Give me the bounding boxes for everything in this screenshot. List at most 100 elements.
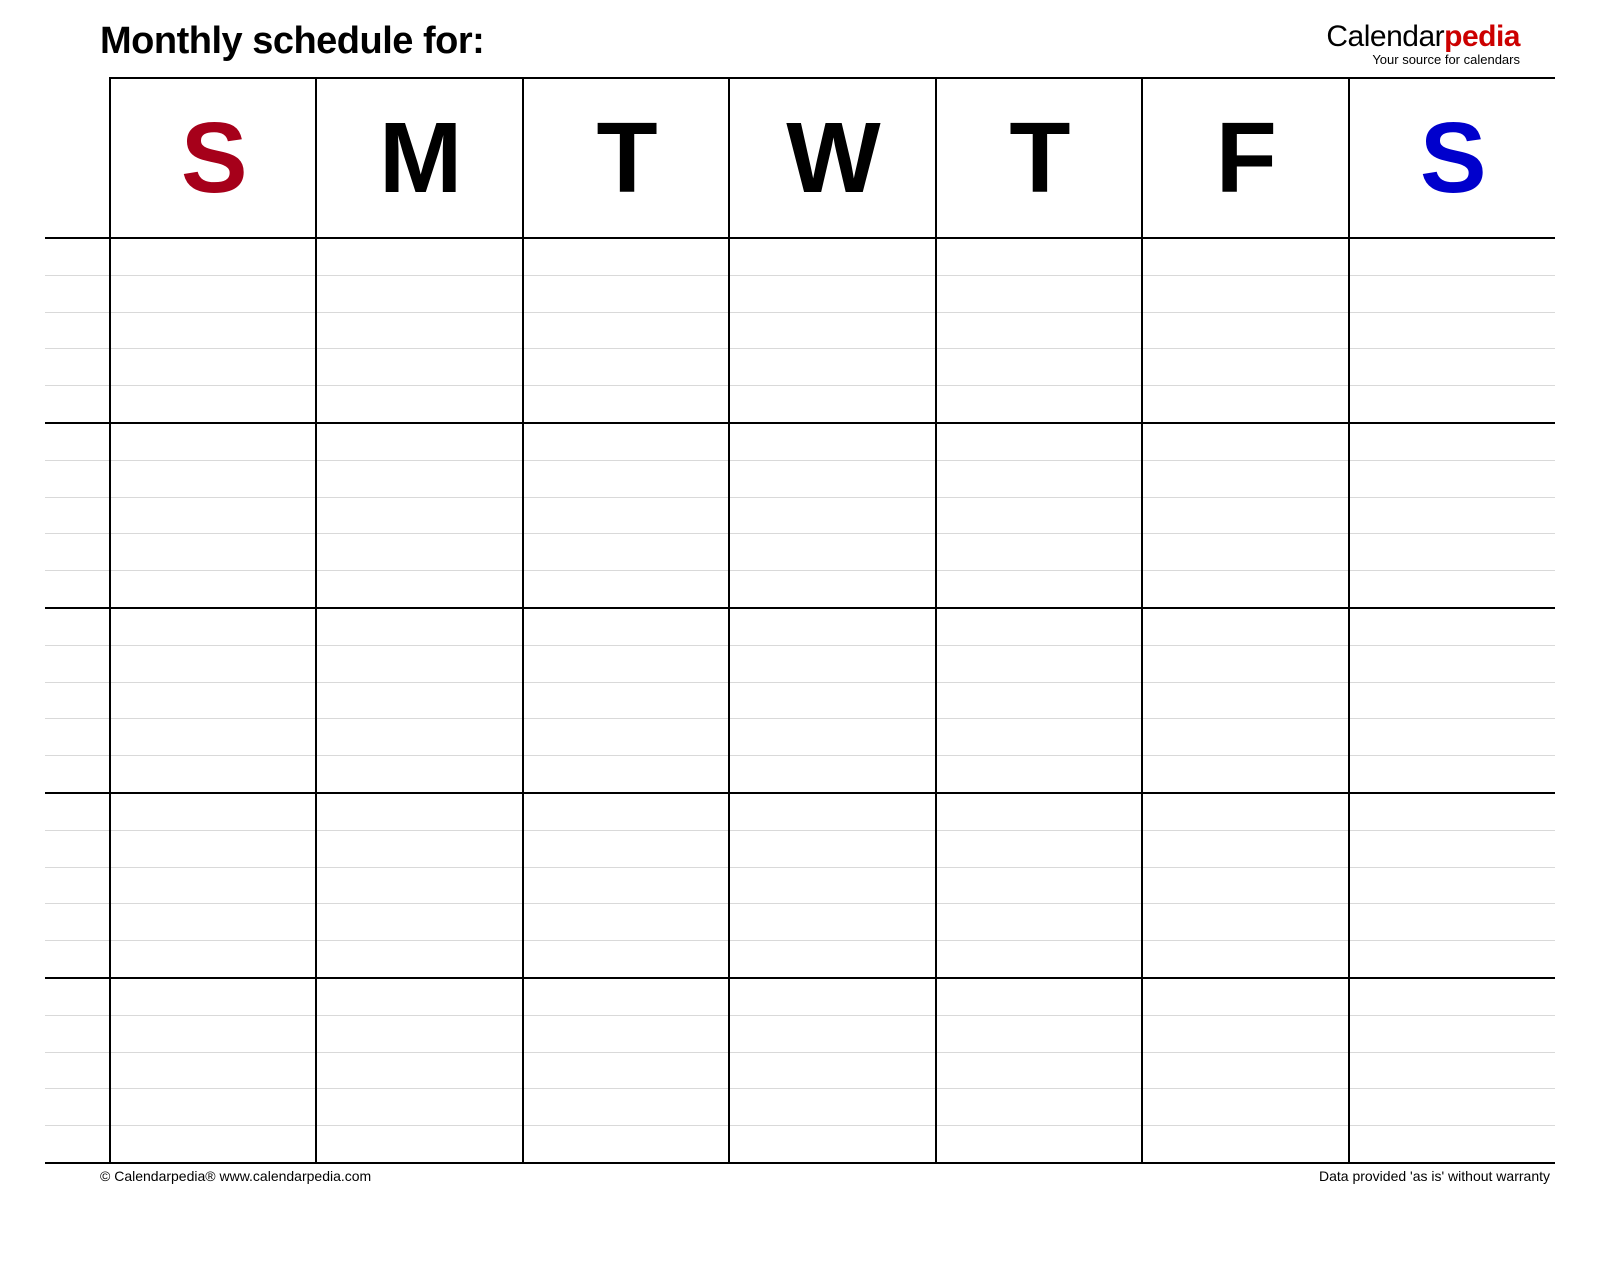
day-cell[interactable]: [936, 793, 1142, 978]
schedule-line[interactable]: [111, 609, 315, 646]
schedule-line[interactable]: [45, 349, 109, 386]
schedule-line[interactable]: [1350, 461, 1555, 498]
schedule-line[interactable]: [730, 683, 934, 720]
schedule-line[interactable]: [937, 1016, 1141, 1053]
day-cell[interactable]: [936, 423, 1142, 608]
schedule-line[interactable]: [1350, 498, 1555, 535]
schedule-line[interactable]: [524, 868, 728, 905]
schedule-line[interactable]: [317, 1089, 521, 1126]
schedule-line[interactable]: [111, 1126, 315, 1162]
schedule-line[interactable]: [1143, 498, 1347, 535]
schedule-line[interactable]: [317, 386, 521, 422]
day-cell[interactable]: [316, 978, 522, 1163]
schedule-line[interactable]: [111, 461, 315, 498]
schedule-line[interactable]: [317, 609, 521, 646]
schedule-line[interactable]: [730, 239, 934, 276]
schedule-line[interactable]: [730, 1016, 934, 1053]
schedule-line[interactable]: [937, 571, 1141, 607]
schedule-line[interactable]: [317, 683, 521, 720]
schedule-line[interactable]: [937, 756, 1141, 792]
day-cell[interactable]: [1349, 793, 1555, 978]
schedule-line[interactable]: [1350, 349, 1555, 386]
schedule-line[interactable]: [730, 1089, 934, 1126]
schedule-line[interactable]: [1350, 756, 1555, 792]
schedule-line[interactable]: [524, 646, 728, 683]
schedule-line[interactable]: [524, 349, 728, 386]
schedule-line[interactable]: [524, 609, 728, 646]
schedule-line[interactable]: [45, 498, 109, 535]
schedule-line[interactable]: [45, 646, 109, 683]
schedule-line[interactable]: [111, 1016, 315, 1053]
schedule-line[interactable]: [524, 386, 728, 422]
schedule-line[interactable]: [111, 941, 315, 977]
day-cell[interactable]: [1142, 793, 1348, 978]
day-cell[interactable]: [523, 423, 729, 608]
day-cell[interactable]: [110, 793, 316, 978]
day-cell[interactable]: [1349, 978, 1555, 1163]
schedule-line[interactable]: [1350, 979, 1555, 1016]
day-cell[interactable]: [1142, 978, 1348, 1163]
schedule-line[interactable]: [1143, 276, 1347, 313]
schedule-line[interactable]: [1350, 609, 1555, 646]
schedule-line[interactable]: [45, 756, 109, 792]
schedule-line[interactable]: [45, 386, 109, 422]
schedule-line[interactable]: [730, 719, 934, 756]
schedule-line[interactable]: [937, 941, 1141, 977]
schedule-line[interactable]: [1143, 719, 1347, 756]
schedule-line[interactable]: [1350, 313, 1555, 350]
day-cell[interactable]: [729, 238, 935, 423]
week-label-cell[interactable]: [45, 238, 110, 423]
day-cell[interactable]: [316, 608, 522, 793]
schedule-line[interactable]: [1143, 979, 1347, 1016]
schedule-line[interactable]: [1350, 646, 1555, 683]
schedule-line[interactable]: [937, 1126, 1141, 1162]
schedule-line[interactable]: [1143, 609, 1347, 646]
schedule-line[interactable]: [317, 941, 521, 977]
schedule-line[interactable]: [1350, 1126, 1555, 1162]
schedule-line[interactable]: [1350, 794, 1555, 831]
schedule-line[interactable]: [45, 276, 109, 313]
schedule-line[interactable]: [45, 571, 109, 607]
schedule-line[interactable]: [524, 571, 728, 607]
schedule-line[interactable]: [111, 349, 315, 386]
schedule-line[interactable]: [524, 719, 728, 756]
day-cell[interactable]: [729, 423, 935, 608]
schedule-line[interactable]: [937, 276, 1141, 313]
schedule-line[interactable]: [937, 979, 1141, 1016]
schedule-line[interactable]: [730, 386, 934, 422]
schedule-line[interactable]: [730, 498, 934, 535]
schedule-line[interactable]: [524, 1126, 728, 1162]
schedule-line[interactable]: [111, 646, 315, 683]
schedule-line[interactable]: [45, 1053, 109, 1090]
schedule-line[interactable]: [317, 239, 521, 276]
schedule-line[interactable]: [317, 1016, 521, 1053]
schedule-line[interactable]: [317, 349, 521, 386]
schedule-line[interactable]: [1350, 239, 1555, 276]
schedule-line[interactable]: [524, 683, 728, 720]
schedule-line[interactable]: [45, 831, 109, 868]
schedule-line[interactable]: [1143, 941, 1347, 977]
schedule-line[interactable]: [937, 349, 1141, 386]
schedule-line[interactable]: [45, 904, 109, 941]
schedule-line[interactable]: [317, 276, 521, 313]
day-cell[interactable]: [523, 608, 729, 793]
schedule-line[interactable]: [524, 1089, 728, 1126]
week-label-cell[interactable]: [45, 978, 110, 1163]
schedule-line[interactable]: [111, 979, 315, 1016]
week-label-cell[interactable]: [45, 608, 110, 793]
day-cell[interactable]: [1142, 238, 1348, 423]
schedule-line[interactable]: [524, 276, 728, 313]
day-cell[interactable]: [316, 423, 522, 608]
schedule-line[interactable]: [1143, 1126, 1347, 1162]
schedule-line[interactable]: [1350, 571, 1555, 607]
schedule-line[interactable]: [1143, 386, 1347, 422]
schedule-line[interactable]: [937, 239, 1141, 276]
schedule-line[interactable]: [111, 1089, 315, 1126]
schedule-line[interactable]: [1350, 941, 1555, 977]
schedule-line[interactable]: [524, 1053, 728, 1090]
schedule-line[interactable]: [317, 424, 521, 461]
schedule-line[interactable]: [730, 349, 934, 386]
schedule-line[interactable]: [730, 646, 934, 683]
schedule-line[interactable]: [1350, 831, 1555, 868]
schedule-line[interactable]: [524, 904, 728, 941]
